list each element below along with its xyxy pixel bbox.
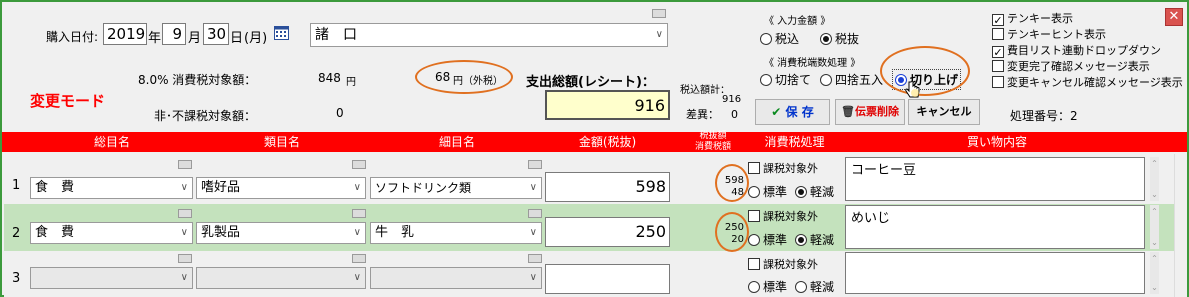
checkmark-icon: ✔ bbox=[771, 105, 786, 119]
content-field[interactable] bbox=[845, 252, 1145, 294]
checkbox bbox=[992, 76, 1004, 88]
diff-label: 差異： bbox=[686, 108, 719, 121]
option-dropdown-link[interactable]: ✓ 費目リスト連動ドロップダウン bbox=[992, 43, 1183, 59]
annotation-oval bbox=[880, 46, 970, 96]
store-select[interactable]: 諸 口 ∨ bbox=[310, 23, 668, 47]
date-label: 購入日付: bbox=[46, 30, 99, 44]
day-unit: 日 bbox=[230, 31, 244, 46]
cat-select[interactable]: ∨ bbox=[196, 267, 366, 289]
exempt-checkbox[interactable]: 課税対象外 bbox=[748, 256, 818, 272]
row-number: 1 bbox=[12, 178, 21, 193]
annotation-oval bbox=[415, 60, 513, 94]
amount-field[interactable] bbox=[545, 264, 670, 294]
diff-value: 0 bbox=[731, 108, 738, 121]
chevron-down-icon: ∨ bbox=[655, 29, 663, 40]
row-number: 3 bbox=[12, 271, 21, 286]
col-tax: 税抜額 消費税額 bbox=[694, 131, 731, 152]
amount-field[interactable]: 250 bbox=[545, 217, 670, 247]
content-field[interactable]: コーヒー豆 bbox=[845, 157, 1145, 201]
annotation-oval bbox=[715, 212, 749, 252]
taxable-label: 8.0% 消費税対象額： bbox=[138, 73, 257, 87]
exempt-checkbox[interactable]: 課税対象外 bbox=[748, 160, 818, 176]
option-confirm-msg[interactable]: 変更完了確認メッセージ表示 bbox=[992, 59, 1183, 75]
cancel-button[interactable]: キャンセル bbox=[908, 99, 980, 125]
radio-floor[interactable]: 切捨て bbox=[760, 71, 811, 88]
content-field[interactable]: めいじ bbox=[845, 205, 1145, 249]
delete-button[interactable]: 🗑伝票削除 bbox=[835, 99, 905, 125]
incl-value: 916 bbox=[722, 94, 742, 105]
exempt-checkbox[interactable]: 課税対象外 bbox=[748, 208, 818, 224]
checkbox bbox=[992, 60, 1004, 72]
main-select[interactable]: 食 費 ∨ bbox=[30, 177, 193, 199]
close-icon[interactable]: ✕ bbox=[1165, 8, 1183, 26]
option-cancel-msg[interactable]: 変更キャンセル確認メッセージ表示 bbox=[992, 75, 1183, 91]
option-tenkey-hint[interactable]: テンキーヒント表示 bbox=[992, 27, 1183, 43]
total-label: 支出総額(レシート)： bbox=[526, 75, 655, 90]
amount-field[interactable]: 598 bbox=[545, 172, 670, 202]
radio-reduced[interactable]: 軽減 bbox=[795, 278, 834, 295]
main-select[interactable]: ∨ bbox=[30, 267, 193, 289]
radio-round[interactable]: 四捨五入 bbox=[820, 71, 883, 88]
calendar-icon[interactable] bbox=[274, 26, 289, 43]
scrollbar[interactable]: ⌃ ⌄ bbox=[1150, 252, 1159, 294]
radio-reduced[interactable]: 軽減 bbox=[795, 231, 834, 248]
day-field[interactable]: 30 bbox=[203, 23, 229, 45]
sub-select[interactable]: ∨ bbox=[370, 267, 542, 289]
mode-label: 変更モード bbox=[30, 92, 106, 110]
row-number: 2 bbox=[12, 226, 21, 241]
checkbox: ✓ bbox=[992, 14, 1004, 27]
sub-select[interactable]: ソフトドリンク類 ∨ bbox=[370, 177, 542, 199]
col-sub: 細目名 bbox=[438, 135, 475, 149]
col-taxproc: 消費税処理 bbox=[764, 135, 825, 149]
checkbox bbox=[992, 28, 1004, 40]
taxable-unit: 円 bbox=[346, 77, 356, 88]
nontaxable-value: 0 bbox=[336, 106, 344, 120]
main-select[interactable]: 食 費 ∨ bbox=[30, 222, 193, 244]
window: 購入日付: 2019 年 9 月 30 日 (月) 諸 口 ∨ 変更モード 8.0… bbox=[0, 0, 1189, 297]
radio-standard[interactable]: 標準 bbox=[748, 278, 787, 295]
year-field[interactable]: 2019 bbox=[103, 23, 147, 45]
scrollbar[interactable]: ⌃ ⌄ bbox=[1150, 205, 1159, 249]
month-field[interactable]: 9 bbox=[162, 23, 186, 45]
checkbox: ✓ bbox=[992, 46, 1004, 59]
weekday: (月) bbox=[244, 31, 268, 46]
trash-icon: 🗑 bbox=[841, 105, 855, 118]
taxable-value: 848 bbox=[318, 71, 341, 85]
radio-standard[interactable]: 標準 bbox=[748, 183, 787, 200]
radio-reduced[interactable]: 軽減 bbox=[795, 183, 834, 200]
cat-select[interactable]: 嗜好品 ∨ bbox=[196, 177, 366, 199]
grid-scrollbar[interactable] bbox=[1174, 154, 1187, 297]
sub-select[interactable]: 牛 乳 ∨ bbox=[370, 222, 542, 244]
options-list: ✓ テンキー表示 テンキーヒント表示 ✓ 費目リスト連動ドロップダウン 変更完了確認… bbox=[992, 11, 1183, 91]
month-unit: 月 bbox=[188, 31, 202, 46]
cat-select[interactable]: 乳製品 ∨ bbox=[196, 222, 366, 244]
store-hint bbox=[652, 9, 666, 18]
input-group-title: 《 入力金額 》 bbox=[764, 16, 831, 27]
year-unit: 年 bbox=[148, 31, 162, 46]
save-button[interactable]: ✔ 保 存 bbox=[755, 99, 830, 125]
col-content: 買い物内容 bbox=[966, 135, 1027, 149]
radio-taxexcl[interactable]: 税抜 bbox=[820, 30, 859, 47]
radio-taxincl[interactable]: 税込 bbox=[760, 30, 799, 47]
annotation-oval bbox=[715, 164, 749, 202]
col-cat: 類目名 bbox=[263, 135, 300, 149]
total-field[interactable]: 916 bbox=[545, 90, 670, 120]
col-amount: 金額(税抜) bbox=[578, 135, 637, 149]
rounding-group-title: 《 消費税端数処理 》 bbox=[764, 58, 861, 69]
scrollbar[interactable]: ⌃ ⌄ bbox=[1150, 157, 1159, 201]
radio-standard[interactable]: 標準 bbox=[748, 231, 787, 248]
process-number: 処理番号：2 bbox=[1010, 109, 1078, 123]
col-main: 総目名 bbox=[93, 135, 130, 149]
option-tenkey[interactable]: ✓ テンキー表示 bbox=[992, 11, 1183, 27]
nontaxable-label: 非･不課税対象額： bbox=[154, 109, 257, 123]
